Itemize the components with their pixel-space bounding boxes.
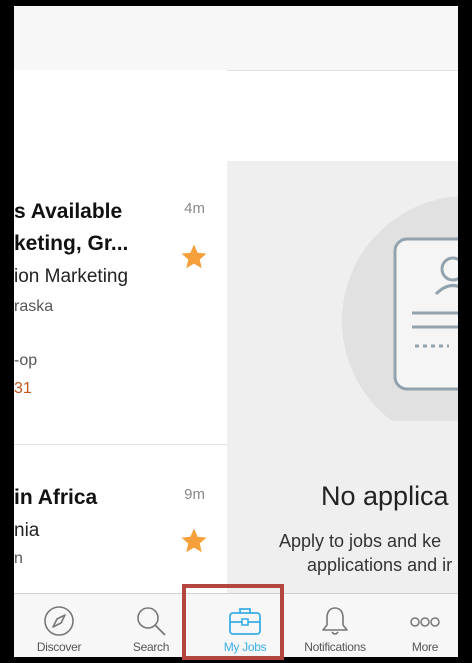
tab-more[interactable]: More	[380, 594, 458, 657]
job-list-item[interactable]: in Africa nia n 9m	[14, 476, 227, 593]
tab-notifications[interactable]: Notifications	[290, 594, 380, 657]
job-date: 31	[14, 380, 32, 397]
tab-label: More	[411, 640, 439, 654]
selection-highlight	[182, 584, 284, 660]
tab-label: Notifications	[304, 640, 366, 654]
star-icon[interactable]	[179, 526, 209, 556]
job-list-item[interactable]: s Available keting, Gr... ion Marketing …	[14, 190, 227, 440]
job-location: raska	[14, 298, 54, 315]
navigation-bar	[14, 6, 458, 71]
empty-state-message-continued: applications and ir	[307, 555, 453, 575]
compass-icon	[44, 606, 74, 636]
more-icon	[410, 617, 440, 627]
resume-illustration-icon	[342, 196, 458, 421]
job-title-continued: keting, Gr...	[14, 232, 129, 255]
tab-discover[interactable]: Discover	[14, 594, 104, 657]
empty-state-title: No applica	[321, 481, 449, 511]
star-icon[interactable]	[179, 242, 209, 272]
posted-time: 4m	[184, 200, 205, 217]
search-icon	[137, 607, 166, 636]
job-title: s Available	[14, 200, 123, 223]
company-name: nia	[14, 520, 40, 541]
job-title: in Africa	[14, 486, 98, 509]
app-screen: s Available keting, Gr... ion Marketing …	[14, 6, 458, 657]
tab-label: Discover	[36, 640, 82, 654]
job-location: n	[14, 550, 23, 567]
posted-time: 9m	[184, 486, 205, 503]
job-type: -op	[14, 352, 38, 369]
job-list[interactable]: s Available keting, Gr... ion Marketing …	[14, 70, 227, 593]
empty-state-message: Apply to jobs and ke	[279, 531, 442, 551]
bell-icon	[322, 607, 348, 635]
list-divider	[14, 444, 227, 445]
company-name: ion Marketing	[14, 266, 129, 287]
empty-state-panel: No applica Apply to jobs and ke applicat…	[227, 161, 458, 593]
